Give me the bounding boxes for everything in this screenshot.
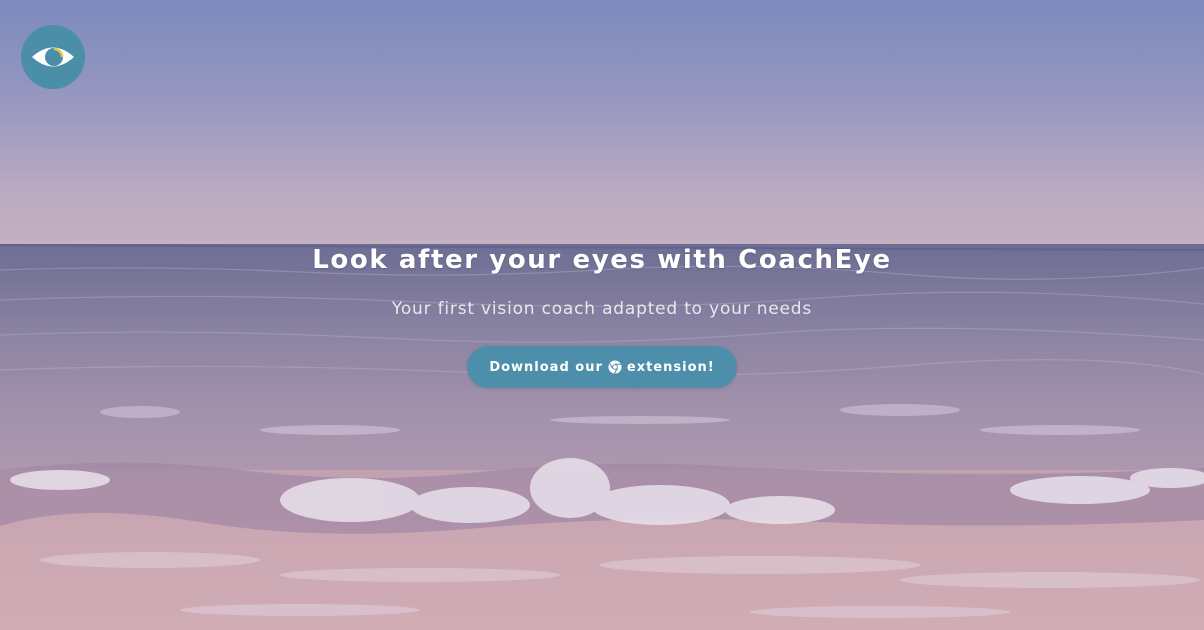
eye-icon	[32, 47, 74, 67]
coacheye-logo[interactable]	[21, 25, 85, 89]
hero-content: Look after your eyes with CoachEye Your …	[0, 240, 1204, 388]
chrome-icon	[608, 360, 622, 374]
hero-headline: Look after your eyes with CoachEye	[312, 245, 892, 275]
hero-section: Look after your eyes with CoachEye Your …	[0, 0, 1204, 630]
hero-subtitle: Your first vision coach adapted to your …	[391, 299, 813, 319]
download-extension-button[interactable]: Download our extension!	[467, 346, 737, 388]
cta-label-start: Download our	[489, 359, 603, 375]
cta-label-end: extension!	[626, 359, 715, 375]
